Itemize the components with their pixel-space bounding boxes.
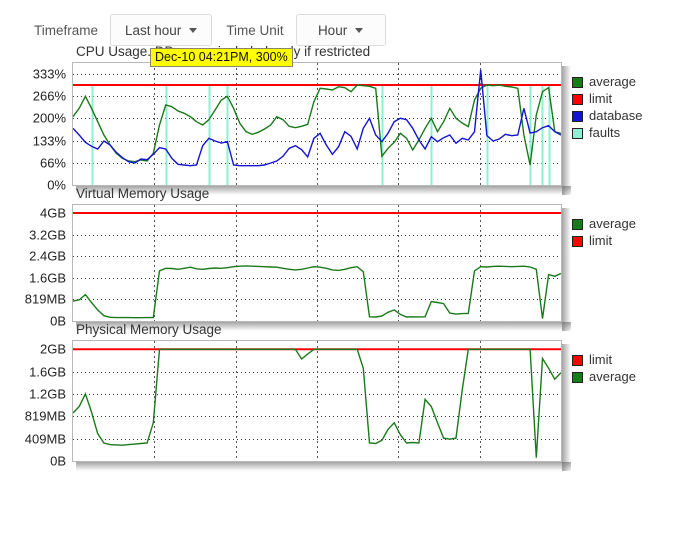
chart-tooltip: Dec-10 04:21PM, 300% (150, 48, 293, 67)
chart-title-physical-memory-usage: Physical Memory Usage (76, 322, 222, 337)
legend-label: database (589, 108, 643, 123)
timeunit-dropdown[interactable]: Hour (295, 14, 386, 46)
chart-title-virtual-memory-usage: Virtual Memory Usage (76, 186, 210, 201)
y-tick-label: 1.2GB (29, 386, 66, 402)
plot-wrap-virtual-memory-usage (72, 204, 571, 331)
legend-item[interactable]: average (572, 369, 636, 385)
y-tick-label: 133% (32, 133, 66, 149)
legend-swatch-icon (572, 354, 583, 366)
y-tick-label: 1.6GB (29, 364, 66, 380)
plot-wrap-cpu-usage: Dec-10 04:21PM, 300% (72, 48, 571, 195)
y-tick-label: 1.6GB (29, 270, 66, 286)
legend-item[interactable]: limit (572, 352, 636, 368)
legend-label: limit (589, 233, 613, 248)
chart-svg (73, 63, 561, 185)
timeunit-dropdown-value: Hour (317, 22, 348, 38)
y-tick-label: 200% (32, 110, 66, 126)
plot-shadow-right (562, 66, 571, 195)
timeframe-dropdown-value: Last hour (125, 22, 182, 38)
legend-item[interactable]: limit (572, 233, 636, 249)
plot-cpu-usage[interactable] (72, 62, 562, 186)
legend-label: average (589, 369, 636, 384)
legend-label: limit (589, 91, 613, 106)
chart-block-virtual-memory-usage: Virtual Memory Usage 4GB 3.2GB 2.4GB 1.6GB 8… (0, 186, 683, 331)
y-tick-label: 819MB (24, 291, 66, 307)
legend-swatch-icon (572, 93, 583, 105)
chart-svg (73, 205, 561, 321)
y-tick-label: 819MB (24, 408, 66, 424)
timeframe-label: Timeframe (34, 22, 99, 38)
chevron-down-icon (189, 27, 198, 33)
legend-swatch-icon (572, 110, 583, 122)
timeunit-label: Time Unit (226, 22, 284, 38)
legend-cpu-usage: average limit database faults (572, 62, 643, 142)
plot-physical-memory-usage[interactable] (72, 340, 562, 462)
chart-svg (73, 341, 561, 461)
legend-swatch-icon (572, 371, 583, 383)
legend-swatch-icon (572, 127, 583, 139)
legend-swatch-icon (572, 76, 583, 88)
y-tick-label: 3.2GB (29, 227, 66, 243)
plot-virtual-memory-usage[interactable] (72, 204, 562, 322)
legend-swatch-icon (572, 218, 583, 230)
plot-shadow-right (562, 344, 571, 471)
toolbar: Timeframe Last hour Time Unit Hour (0, 0, 683, 46)
y-tick-label: 66% (39, 155, 66, 171)
legend-item[interactable]: limit (572, 91, 643, 107)
legend-item[interactable]: faults (572, 125, 643, 141)
y-tick-label: 0B (50, 453, 66, 469)
y-tick-label: 266% (32, 88, 66, 104)
y-tick-label: 4GB (39, 205, 66, 221)
legend-label: average (589, 74, 636, 89)
plot-wrap-physical-memory-usage (72, 340, 571, 471)
chart-block-cpu-usage: CPU Usage. DB usage included, only if re… (0, 44, 683, 195)
plot-shadow-bottom (76, 462, 571, 471)
legend-physical-memory-usage: limit average (572, 340, 636, 386)
chart-block-physical-memory-usage: Physical Memory Usage 2GB 1.6GB 1.2GB 819MB… (0, 322, 683, 471)
legend-label: limit (589, 352, 613, 367)
y-tick-label: 409MB (24, 431, 66, 447)
y-tick-label: 2.4GB (29, 248, 66, 264)
y-axis-virtual-memory-usage: 4GB 3.2GB 2.4GB 1.6GB 819MB 0B (0, 204, 72, 329)
plot-shadow-right (562, 208, 571, 331)
y-axis-physical-memory-usage: 2GB 1.6GB 1.2GB 819MB 409MB 0B (0, 340, 72, 469)
y-axis-cpu-usage: 333% 266% 200% 133% 66% 0% (0, 62, 72, 193)
chevron-down-icon (355, 27, 364, 33)
legend-item[interactable]: average (572, 216, 636, 232)
legend-item[interactable]: average (572, 74, 643, 90)
y-tick-label: 333% (32, 66, 66, 82)
legend-label: average (589, 216, 636, 231)
timeframe-dropdown[interactable]: Last hour (110, 14, 213, 46)
y-tick-label: 2GB (39, 341, 66, 357)
legend-label: faults (589, 125, 621, 140)
legend-swatch-icon (572, 235, 583, 247)
legend-item[interactable]: database (572, 108, 643, 124)
legend-virtual-memory-usage: average limit (572, 204, 636, 250)
